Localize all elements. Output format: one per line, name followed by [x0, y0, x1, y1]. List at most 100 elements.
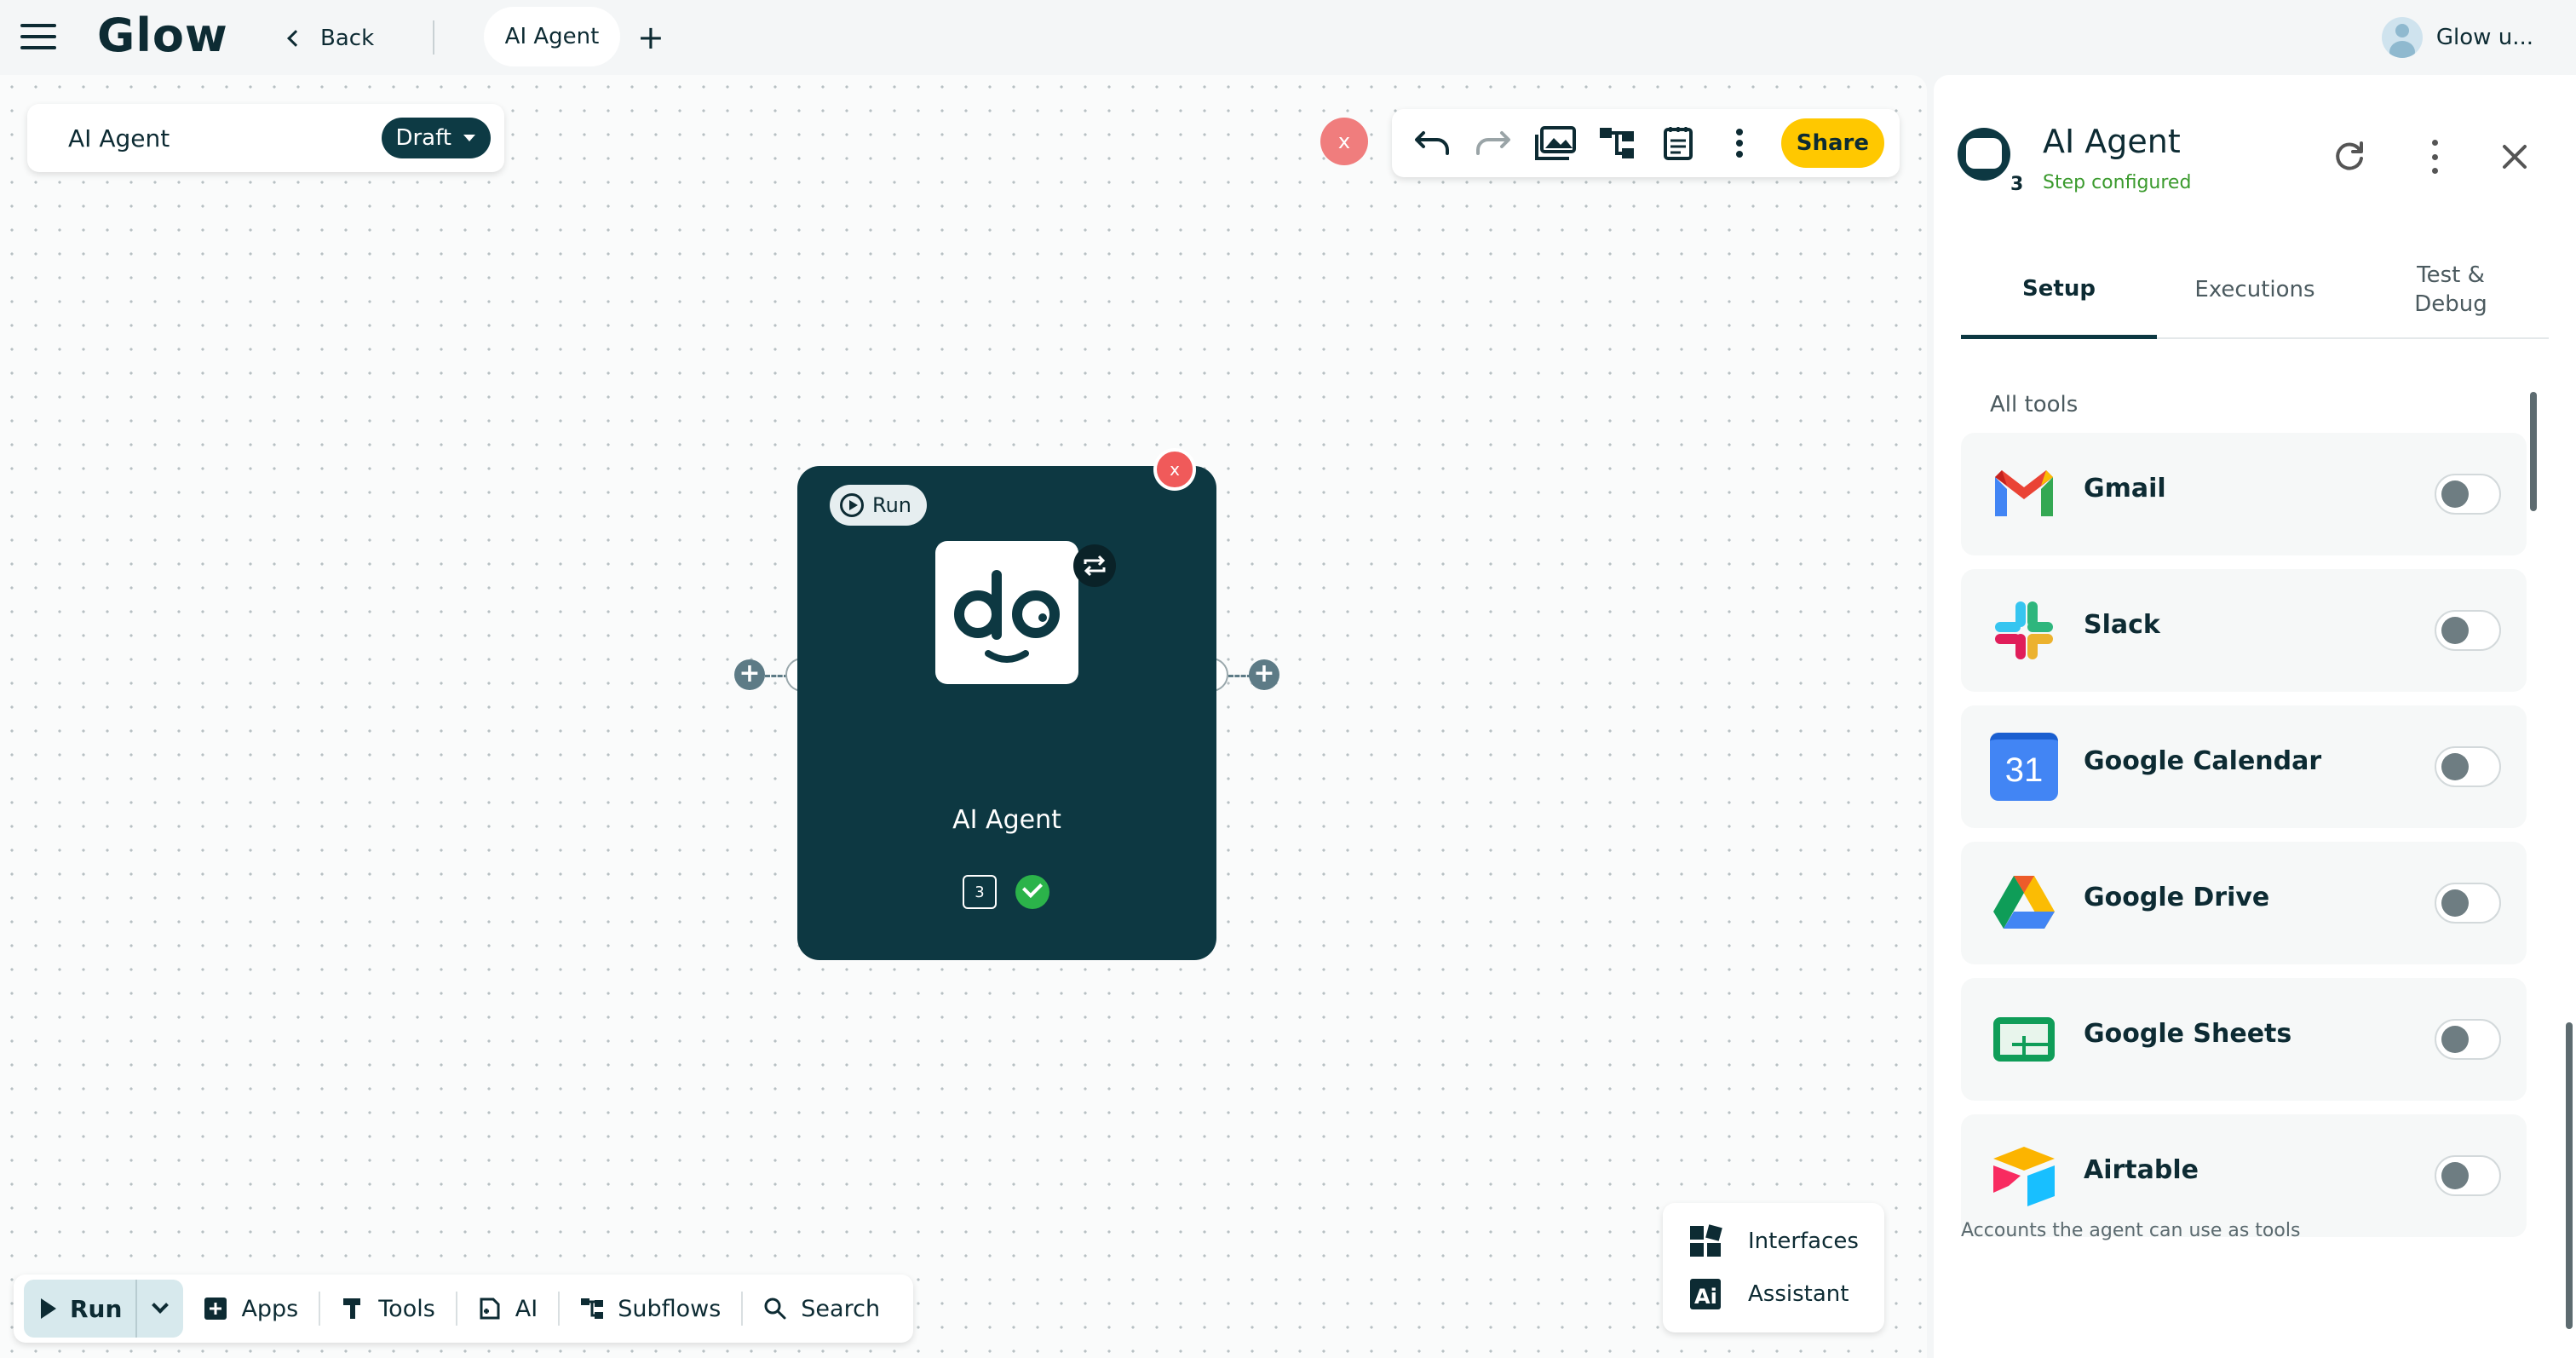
back-button[interactable]: Back — [287, 20, 374, 56]
images-icon[interactable] — [1534, 121, 1576, 165]
hierarchy-icon[interactable] — [1598, 121, 1637, 165]
subflows-label: Subflows — [618, 1295, 722, 1322]
more-vertical-icon[interactable] — [2428, 140, 2441, 174]
tab-test-debug-label: Test & Debug — [2414, 262, 2487, 317]
flow-name[interactable]: AI Agent — [68, 124, 382, 152]
scrollbar[interactable] — [2566, 1022, 2573, 1329]
hammer-icon — [343, 1298, 361, 1319]
user-menu[interactable]: Glow u... — [2381, 17, 2533, 58]
list-item: Slack — [1961, 569, 2527, 692]
menu-icon[interactable] — [20, 24, 56, 49]
node-run-button[interactable]: Run — [830, 485, 928, 526]
add-step-after-icon[interactable]: + — [1249, 659, 1279, 690]
step-config-panel: 3 AI Agent Step configured Setup Executi… — [1934, 75, 2576, 1358]
step-count: 3 — [2010, 174, 2024, 195]
tab-setup[interactable]: Setup — [1961, 242, 2157, 339]
node-run-label: Run — [872, 493, 912, 517]
tool-name: Airtable — [2084, 1155, 2199, 1185]
close-button[interactable]: x — [1320, 118, 1368, 165]
ai-agent-logo-icon — [935, 541, 1078, 684]
tool-list: Gmail Slack 31 Google Calendar Google Dr… — [1961, 433, 2527, 1285]
calendar-day: 31 — [2004, 751, 2044, 789]
list-item: 31 Google Calendar — [1961, 705, 2527, 828]
play-circle-icon — [840, 493, 864, 517]
ai-file-icon — [480, 1298, 500, 1320]
interfaces-button[interactable]: Interfaces — [1688, 1215, 1859, 1268]
tool-name: Google Drive — [2084, 883, 2270, 912]
node-delete-button[interactable]: x — [1153, 448, 1196, 491]
google-drive-toggle[interactable] — [2435, 883, 2501, 924]
play-icon — [41, 1298, 56, 1319]
list-item: Google Sheets — [1961, 978, 2527, 1101]
canvas-toolbar: Share — [1392, 109, 1900, 177]
flow-title-card: AI Agent Draft — [27, 104, 504, 172]
node-count-badge: 3 — [963, 875, 997, 909]
close-icon[interactable] — [2498, 140, 2532, 174]
status-dropdown[interactable]: Draft — [382, 118, 491, 158]
app-logo[interactable]: Glow — [97, 9, 228, 62]
notes-icon[interactable] — [1659, 121, 1698, 165]
refresh-icon[interactable] — [2332, 140, 2366, 174]
subflows-button[interactable]: Subflows — [560, 1292, 744, 1326]
tools-button[interactable]: Tools — [320, 1292, 457, 1326]
tool-name: Google Calendar — [2084, 746, 2322, 776]
hierarchy-icon — [581, 1298, 604, 1319]
google-sheets-icon — [1993, 1017, 2055, 1062]
tab-test-debug[interactable]: Test & Debug — [2353, 242, 2549, 337]
google-calendar-toggle[interactable] — [2435, 746, 2501, 787]
list-item: Google Drive — [1961, 842, 2527, 964]
gmail-toggle[interactable] — [2435, 474, 2501, 515]
ai-button[interactable]: AI — [457, 1292, 561, 1326]
avatar — [2381, 17, 2423, 58]
assistant-icon: Ai — [1690, 1279, 1721, 1309]
airtable-toggle[interactable] — [2435, 1155, 2501, 1196]
search-icon — [764, 1298, 786, 1320]
node-title: AI Agent — [952, 805, 1061, 835]
ai-agent-node[interactable]: Run AI Agent 3 — [797, 466, 1216, 960]
tools-footnote: Accounts the agent can use as tools — [1961, 1220, 2301, 1241]
tab-ai-agent[interactable]: AI Agent — [484, 7, 620, 66]
loop-icon[interactable] — [1073, 544, 1116, 587]
search-button[interactable]: Search — [743, 1292, 900, 1326]
google-sheets-toggle[interactable] — [2435, 1019, 2501, 1060]
google-drive-icon — [1993, 876, 2055, 929]
caret-down-icon — [463, 135, 475, 141]
step-status: Step configured — [2043, 172, 2192, 193]
panel-tabs: Setup Executions Test & Debug — [1961, 242, 2549, 339]
scrollbar[interactable] — [2530, 392, 2537, 511]
run-options-button[interactable] — [137, 1280, 183, 1338]
tool-name: Gmail — [2084, 474, 2166, 503]
tools-section-label: All tools — [1990, 392, 2079, 417]
tools-label: Tools — [378, 1295, 435, 1322]
search-label: Search — [801, 1295, 881, 1322]
divider — [433, 20, 434, 55]
list-item: Gmail — [1961, 433, 2527, 555]
apps-button[interactable]: Apps — [183, 1292, 321, 1326]
interfaces-icon — [1690, 1224, 1722, 1257]
add-step-before-icon[interactable]: + — [734, 659, 765, 690]
status-label: Draft — [395, 125, 451, 151]
google-calendar-icon: 31 — [1990, 733, 2058, 801]
tab-executions[interactable]: Executions — [2157, 242, 2353, 337]
run-button[interactable]: Run — [24, 1280, 138, 1338]
list-item: Airtable — [1961, 1114, 2527, 1237]
airtable-icon — [1993, 1147, 2055, 1206]
undo-icon[interactable] — [1412, 121, 1452, 165]
user-name: Glow u... — [2435, 25, 2533, 50]
gmail-icon — [1995, 470, 2053, 516]
ai-agent-logo-icon — [1958, 128, 2010, 181]
redo-icon[interactable] — [1474, 121, 1513, 165]
more-vertical-icon[interactable] — [1720, 121, 1759, 165]
ai-label: AI — [515, 1295, 538, 1322]
add-tab-button[interactable]: + — [637, 20, 664, 55]
tool-name: Google Sheets — [2084, 1019, 2292, 1049]
check-circle-icon — [1015, 875, 1049, 909]
tool-name: Slack — [2084, 610, 2160, 640]
panel-title: AI Agent — [2043, 123, 2181, 160]
share-button[interactable]: Share — [1780, 118, 1884, 168]
top-bar: Glow Back AI Agent + Glow u... — [0, 0, 2576, 75]
run-label: Run — [70, 1294, 123, 1323]
slack-toggle[interactable] — [2435, 610, 2501, 651]
flow-canvas[interactable]: AI Agent Draft x Share + + Run AI Agent … — [0, 75, 1927, 1358]
assistant-button[interactable]: Ai Assistant — [1688, 1268, 1859, 1321]
